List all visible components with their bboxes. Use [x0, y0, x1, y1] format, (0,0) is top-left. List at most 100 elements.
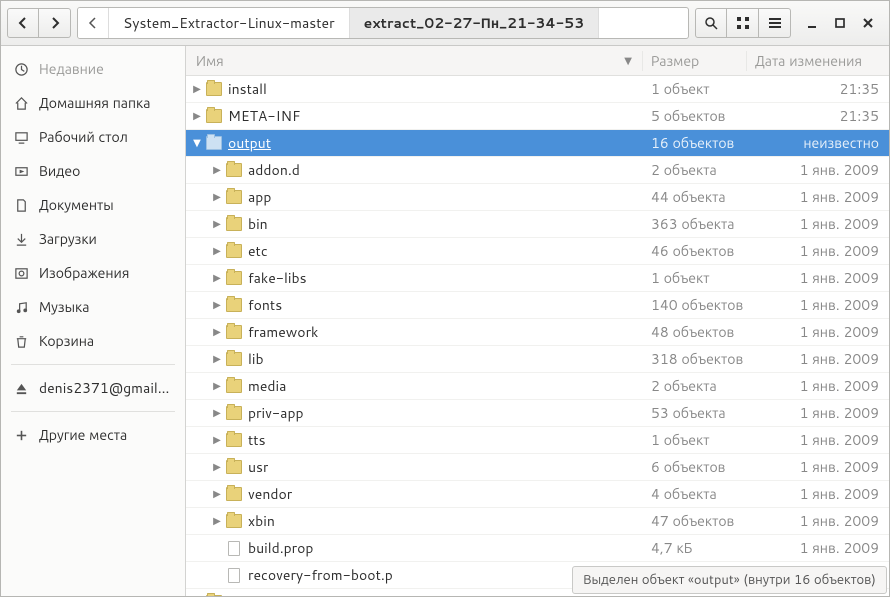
expander-icon[interactable]: ▶	[210, 163, 224, 177]
folder-icon	[226, 217, 242, 231]
file-row[interactable]: build.prop4,7 кБ1 янв. 2009	[186, 535, 889, 562]
sidebar-item[interactable]: Рабочий стол	[1, 120, 185, 154]
col-size-header[interactable]: Размер	[643, 51, 747, 71]
col-date-header[interactable]: Дата изменения	[747, 51, 889, 71]
sort-indicator-icon: ▼	[624, 54, 632, 68]
file-row-name-cell: build.prop	[186, 538, 643, 558]
expander-icon[interactable]: ▶	[190, 109, 204, 123]
expander-icon[interactable]: ▶	[210, 217, 224, 231]
file-name: bin	[248, 214, 268, 234]
file-row[interactable]: ▶media2 объекта1 янв. 2009	[186, 373, 889, 400]
expander-icon[interactable]: ▶	[190, 82, 204, 96]
sidebar-item[interactable]: denis2371@gmail.…	[1, 371, 185, 405]
expander-icon[interactable]: ▶	[210, 406, 224, 420]
sidebar-item[interactable]: Домашняя папка	[1, 86, 185, 120]
file-date: 1 янв. 2009	[747, 511, 889, 531]
expander-icon[interactable]: ▶	[210, 298, 224, 312]
expander-icon[interactable]: ▶	[210, 379, 224, 393]
window-controls	[797, 16, 883, 30]
maximize-button[interactable]	[833, 16, 847, 30]
expander-icon[interactable]: ▶	[210, 514, 224, 528]
file-date: неизвестно	[747, 133, 889, 153]
sidebar-item-label: Недавние	[39, 59, 173, 79]
search-button[interactable]	[695, 8, 727, 38]
status-text: Выделен объект «output» (внутри 16 объек…	[583, 571, 876, 589]
file-list[interactable]: ▶install1 объект21:35▶META-INF5 объектов…	[186, 76, 889, 596]
col-name-header[interactable]: Имя ▼	[186, 51, 643, 71]
sidebar-item[interactable]: Музыка	[1, 290, 185, 324]
file-row-name-cell: ▶install	[186, 79, 643, 99]
file-row-name-cell: ▶fonts	[186, 295, 643, 315]
file-size: 1 объект	[643, 79, 747, 99]
file-date: 1 янв. 2009	[747, 457, 889, 477]
file-name: output	[228, 133, 271, 153]
sidebar-item[interactable]: Изображения	[1, 256, 185, 290]
minimize-button[interactable]	[805, 16, 819, 30]
expander-icon[interactable]: ▼	[190, 136, 204, 150]
path-root-icon[interactable]	[78, 8, 109, 38]
expander-icon[interactable]: ▶	[190, 595, 204, 596]
file-name: media	[248, 376, 286, 396]
sidebar-item[interactable]: Видео	[1, 154, 185, 188]
file-row[interactable]: ▶addon.d2 объекта1 янв. 2009	[186, 157, 889, 184]
back-button[interactable]	[7, 8, 39, 38]
file-size: 363 объекта	[643, 214, 747, 234]
expander-icon[interactable]: ▶	[210, 352, 224, 366]
sidebar-item[interactable]: Документы	[1, 188, 185, 222]
file-row[interactable]: ▶xbin47 объектов1 янв. 2009	[186, 508, 889, 535]
file-row[interactable]: ▶install1 объект21:35	[186, 76, 889, 103]
path-segment[interactable]: extract_02-27-Пн_21-34-53	[350, 8, 600, 38]
sidebar-separator	[11, 364, 175, 365]
sidebar-item-label: Изображения	[39, 263, 173, 283]
pathbar: System_Extractor-Linux-masterextract_02-…	[77, 7, 689, 39]
file-row[interactable]: ▶fonts140 объектов1 янв. 2009	[186, 292, 889, 319]
sidebar-item[interactable]: Корзина	[1, 324, 185, 358]
file-date: 1 янв. 2009	[747, 484, 889, 504]
video-icon	[13, 163, 29, 179]
file-row[interactable]: ▶fake-libs1 объект1 янв. 2009	[186, 265, 889, 292]
forward-button[interactable]	[39, 8, 71, 38]
close-button[interactable]	[861, 16, 875, 30]
column-header: Имя ▼ Размер Дата изменения	[186, 46, 889, 76]
sidebar-item[interactable]: Недавние	[1, 52, 185, 86]
sidebar-item-label: Видео	[39, 161, 173, 181]
expander-icon[interactable]: ▶	[210, 433, 224, 447]
expander-icon[interactable]: ▶	[210, 190, 224, 204]
folder-icon	[226, 325, 242, 339]
expander-icon[interactable]: ▶	[210, 244, 224, 258]
file-name: usr	[248, 457, 268, 477]
list-view-button[interactable]	[759, 8, 791, 38]
file-row-name-cell: ▶ app	[186, 187, 643, 207]
file-row[interactable]: ▶framework48 объектов1 янв. 2009	[186, 319, 889, 346]
file-row[interactable]: ▶vendor4 объекта1 янв. 2009	[186, 481, 889, 508]
file-row[interactable]: ▶tts1 объект1 янв. 2009	[186, 427, 889, 454]
file-date: 1 янв. 2009	[747, 241, 889, 261]
file-row[interactable]: ▼output16 объектовнеизвестно	[186, 130, 889, 157]
file-row[interactable]: ▶app44 объекта1 янв. 2009	[186, 184, 889, 211]
sidebar-item[interactable]: Другие места	[1, 418, 185, 452]
folder-icon	[206, 82, 222, 96]
expander-icon[interactable]: ▶	[210, 460, 224, 474]
icon-view-button[interactable]	[727, 8, 759, 38]
file-row[interactable]: ▶lib318 объектов1 янв. 2009	[186, 346, 889, 373]
headerbar: System_Extractor-Linux-masterextract_02-…	[1, 1, 889, 46]
file-size: 1 объект	[643, 430, 747, 450]
file-date: 1 янв. 2009	[747, 187, 889, 207]
expander-icon[interactable]: ▶	[210, 325, 224, 339]
expander-icon[interactable]: ▶	[210, 271, 224, 285]
file-row[interactable]: ▶META-INF5 объектов21:35	[186, 103, 889, 130]
file-row[interactable]: ▶usr6 объектов1 янв. 2009	[186, 454, 889, 481]
file-name: tts	[248, 430, 266, 450]
file-row[interactable]: ▶priv-app53 объекта1 янв. 2009	[186, 400, 889, 427]
file-row[interactable]: ▶etc46 объектов1 янв. 2009	[186, 238, 889, 265]
path-overflow-chevron-icon[interactable]	[599, 8, 627, 38]
file-row[interactable]: ▶bin363 объекта1 янв. 2009	[186, 211, 889, 238]
expander-icon[interactable]: ▶	[210, 487, 224, 501]
sidebar-item[interactable]: Загрузки	[1, 222, 185, 256]
file-name: fake-libs	[248, 268, 307, 288]
path-segment[interactable]: System_Extractor-Linux-master	[109, 8, 350, 38]
col-date-label: Дата изменения	[755, 51, 862, 71]
pictures-icon	[13, 265, 29, 281]
file-name: app	[248, 187, 271, 207]
file-size: 4 объекта	[643, 484, 747, 504]
